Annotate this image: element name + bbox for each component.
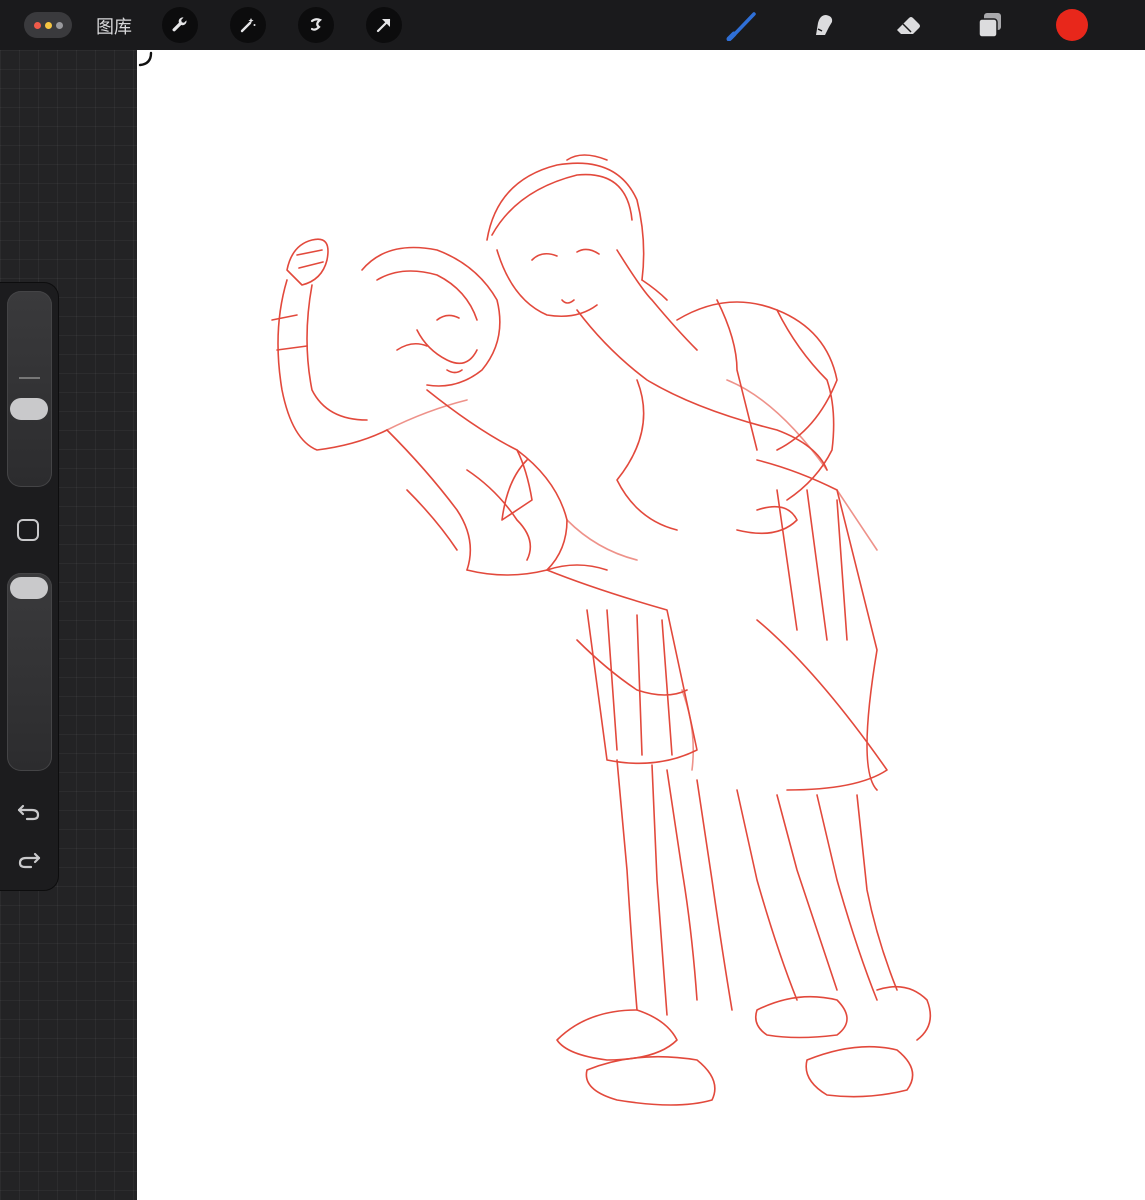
left-sidebar (0, 283, 58, 890)
color-picker-button[interactable] (1056, 9, 1088, 41)
ellipsis-icon[interactable] (24, 12, 72, 38)
undo-icon[interactable] (16, 799, 42, 825)
transform-arrow-icon[interactable] (366, 7, 402, 43)
redo-icon[interactable] (16, 847, 42, 873)
rotation-indicator-icon (138, 51, 153, 67)
square-modify-icon[interactable] (17, 519, 39, 541)
gallery-button[interactable]: 图库 (96, 13, 132, 39)
brush-size-thumb[interactable] (10, 397, 48, 420)
magic-wand-icon[interactable] (230, 7, 266, 43)
top-toolbar: 图库 (0, 0, 1145, 51)
sketch-drawing (271, 154, 932, 1106)
selection-icon[interactable] (298, 7, 334, 43)
layers-icon[interactable] (972, 9, 1008, 41)
opacity-thumb[interactable] (10, 577, 48, 599)
brush-icon[interactable] (726, 9, 762, 41)
drawing-canvas[interactable] (137, 50, 1145, 1200)
slider-mark (19, 377, 40, 379)
wrench-icon[interactable] (162, 7, 198, 43)
opacity-slider[interactable] (7, 573, 52, 771)
brush-size-slider[interactable] (7, 291, 52, 487)
smudge-icon[interactable] (806, 9, 842, 41)
eraser-icon[interactable] (890, 9, 926, 41)
